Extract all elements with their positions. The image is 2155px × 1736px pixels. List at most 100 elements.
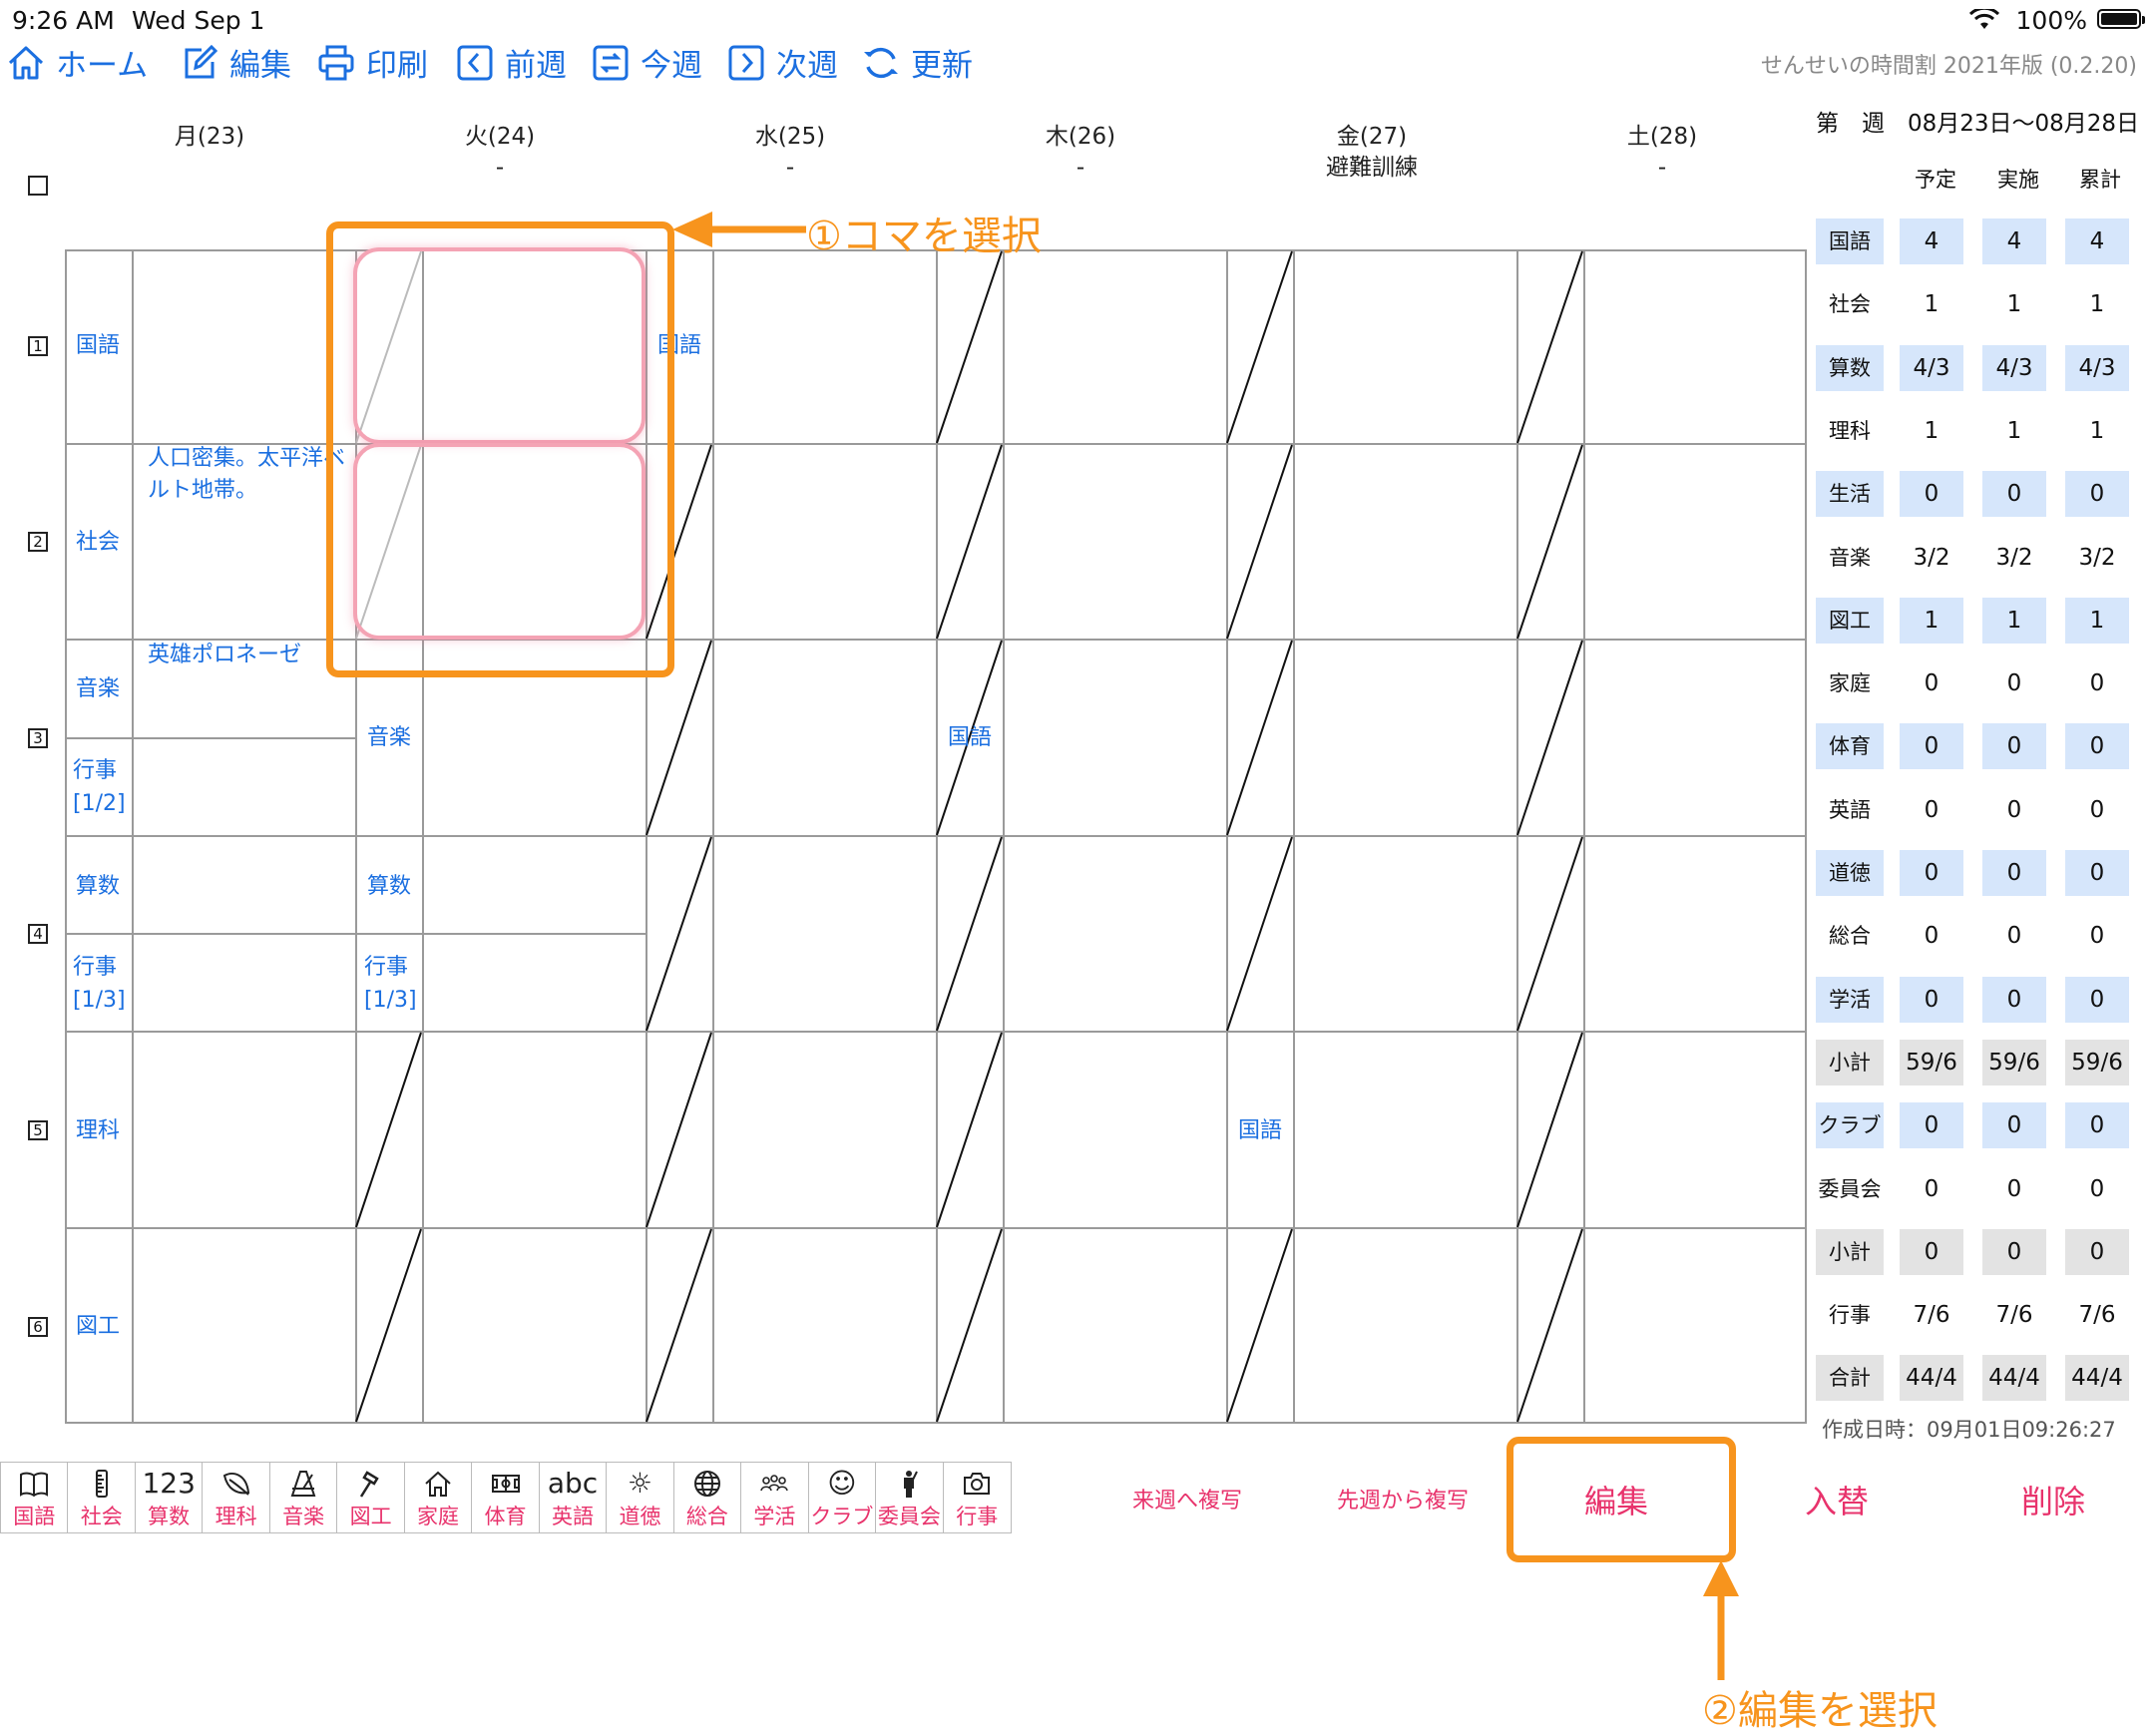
swap-button[interactable]: 入替 (1777, 1477, 1897, 1522)
cell-mon-p3b-subject[interactable]: 行事 [1/2] (73, 754, 126, 820)
summary-row-value: 0 (2006, 1176, 2022, 1202)
palette-item-zuko[interactable]: 図工 (337, 1463, 405, 1532)
summary-row-value: 0 (1982, 850, 2046, 896)
cell-mon-p2-subject[interactable]: 社会 (76, 526, 120, 559)
palette-label: クラブ (810, 1505, 874, 1528)
palette-item-rika[interactable]: 理科 (203, 1463, 270, 1532)
palette-label: 家庭 (417, 1505, 460, 1528)
summary-row-label: 小計 (1816, 1229, 1884, 1275)
hammer-icon (356, 1467, 386, 1501)
cell-mon-p3a-subject[interactable]: 音楽 (76, 672, 120, 705)
palette-label: 社会 (80, 1505, 123, 1528)
delete-button[interactable]: 削除 (1993, 1477, 2113, 1522)
summary-row-label: 生活 (1816, 471, 1884, 517)
palette-label: 音楽 (282, 1505, 325, 1528)
cell-mon-p1-subject[interactable]: 国語 (76, 329, 120, 362)
summary-row-value: 4 (2065, 218, 2129, 264)
summary-row-value: 44/4 (1982, 1355, 2046, 1401)
people-icon (759, 1467, 789, 1501)
summary-row-value: 0 (2065, 850, 2129, 896)
summary-row-value: 0 (2006, 923, 2022, 949)
palette-item-dotoku[interactable]: ☼ 道徳 (607, 1463, 674, 1532)
summary-row-value: 4 (1900, 218, 1963, 264)
summary-row-value: 0 (1900, 1229, 1963, 1275)
summary-row-label: 合計 (1816, 1355, 1884, 1401)
summary-row-label: 小計 (1816, 1040, 1884, 1085)
ruler-icon (87, 1467, 117, 1501)
cell-tue-p3-subject[interactable]: 音楽 (367, 721, 411, 754)
summary-row-label: 総合 (1829, 924, 1871, 948)
copy-to-next-week-button[interactable]: 来週へ複写 (1127, 1483, 1247, 1515)
palette-item-katei[interactable]: 家庭 (405, 1463, 473, 1532)
summary-row-value: 59/6 (1982, 1040, 2046, 1085)
summary-row-value: 1 (2065, 598, 2129, 644)
palette-item-eigo[interactable]: abc 英語 (540, 1463, 608, 1532)
palette-item-club[interactable]: ☺ クラブ (809, 1463, 877, 1532)
cell-tue-p4a-subject[interactable]: 算数 (367, 870, 411, 903)
summary-row-label: 理科 (1829, 419, 1871, 443)
summary-row-value: 0 (1982, 977, 2046, 1023)
summary-row-value: 0 (1982, 723, 2046, 769)
palette-label: 理科 (215, 1505, 257, 1528)
summary-row-label: 体育 (1816, 723, 1884, 769)
camera-icon (962, 1467, 992, 1501)
numbers-icon: 123 (142, 1467, 196, 1500)
summary-row-value: 0 (1924, 797, 1940, 823)
cell-mon-p3a-memo: 英雄ポロネーゼ (148, 643, 302, 667)
globe-icon (692, 1467, 722, 1501)
palette-item-gakkatsu[interactable]: 学活 (741, 1463, 809, 1532)
palette-item-kokugo[interactable]: 国語 (1, 1463, 69, 1532)
summary-row-value: 1 (1924, 291, 1940, 317)
annotation-box-cells (326, 221, 674, 677)
summary-row-value: 1 (1982, 598, 2046, 644)
summary-row-label: 図工 (1816, 598, 1884, 644)
summary-row-value: 0 (1982, 1102, 2046, 1148)
annotation-box-edit (1507, 1437, 1736, 1562)
palette-item-sogo[interactable]: 総合 (674, 1463, 742, 1532)
summary-row-value: 4/3 (1900, 345, 1963, 391)
sum-col-done: 実施 (1997, 168, 2039, 192)
subject-palette: 国語 社会 123 算数 理科 音楽 図工 家庭 体育 abc 英語 ☼ 道徳 … (0, 1462, 1012, 1533)
palette-label: 総合 (685, 1505, 728, 1528)
cell-mon-p4a-subject[interactable]: 算数 (76, 870, 120, 903)
cell-mon-p4b-subject[interactable]: 行事 [1/3] (73, 951, 126, 1017)
cell-mon-p6-subject[interactable]: 図工 (76, 1310, 120, 1343)
summary-row-value: 0 (1900, 977, 1963, 1023)
summary-row-value: 0 (2065, 471, 2129, 517)
palette-item-taiiku[interactable]: 体育 (472, 1463, 540, 1532)
copy-from-prev-week-button[interactable]: 先週から複写 (1333, 1483, 1473, 1515)
person-icon (894, 1467, 924, 1501)
palette-label: 国語 (13, 1505, 56, 1528)
palette-item-shakai[interactable]: 社会 (68, 1463, 136, 1532)
summary-row-value: 0 (1924, 670, 1940, 696)
summary-row-label: クラブ (1816, 1102, 1884, 1148)
book-icon (19, 1467, 49, 1501)
summary-row-value: 1 (2006, 291, 2022, 317)
annotation-step2: ②編集を選択 (1702, 1688, 1938, 1734)
palette-item-gyoji[interactable]: 行事 (944, 1463, 1011, 1532)
summary-row-value: 0 (2089, 797, 2105, 823)
palette-item-sansu[interactable]: 123 算数 (136, 1463, 204, 1532)
cell-thu-p3-subject[interactable]: 国語 (948, 721, 992, 754)
palette-item-iinkai[interactable]: 委員会 (876, 1463, 944, 1532)
summary-row-label: 家庭 (1829, 671, 1871, 695)
palette-label: 学活 (753, 1505, 796, 1528)
summary-row-value: 0 (1900, 850, 1963, 896)
summary-row-value: 3/2 (1913, 545, 1950, 571)
palette-label: 英語 (551, 1505, 594, 1528)
cell-fri-p5-subject[interactable]: 国語 (1238, 1114, 1282, 1147)
summary-row-label: 音楽 (1829, 546, 1871, 570)
summary-row-value: 3/2 (2078, 545, 2116, 571)
cell-tue-p4b-subject[interactable]: 行事 [1/3] (364, 951, 417, 1017)
summary-row-value: 59/6 (1900, 1040, 1963, 1085)
summary-row-value: 0 (1982, 471, 2046, 517)
cell-mon-p5-subject[interactable]: 理科 (76, 1114, 120, 1147)
summary-row-label: 学活 (1816, 977, 1884, 1023)
annotation-arrow-up-icon (1703, 1560, 1739, 1680)
summary-row-value: 59/6 (2065, 1040, 2129, 1085)
palette-item-ongaku[interactable]: 音楽 (270, 1463, 338, 1532)
summary-row-value: 0 (2065, 1229, 2129, 1275)
summary-row-value: 4 (1982, 218, 2046, 264)
created-timestamp: 作成日時：09月01日09:26:27 (1822, 1418, 2116, 1442)
summary-row-value: 0 (1924, 923, 1940, 949)
